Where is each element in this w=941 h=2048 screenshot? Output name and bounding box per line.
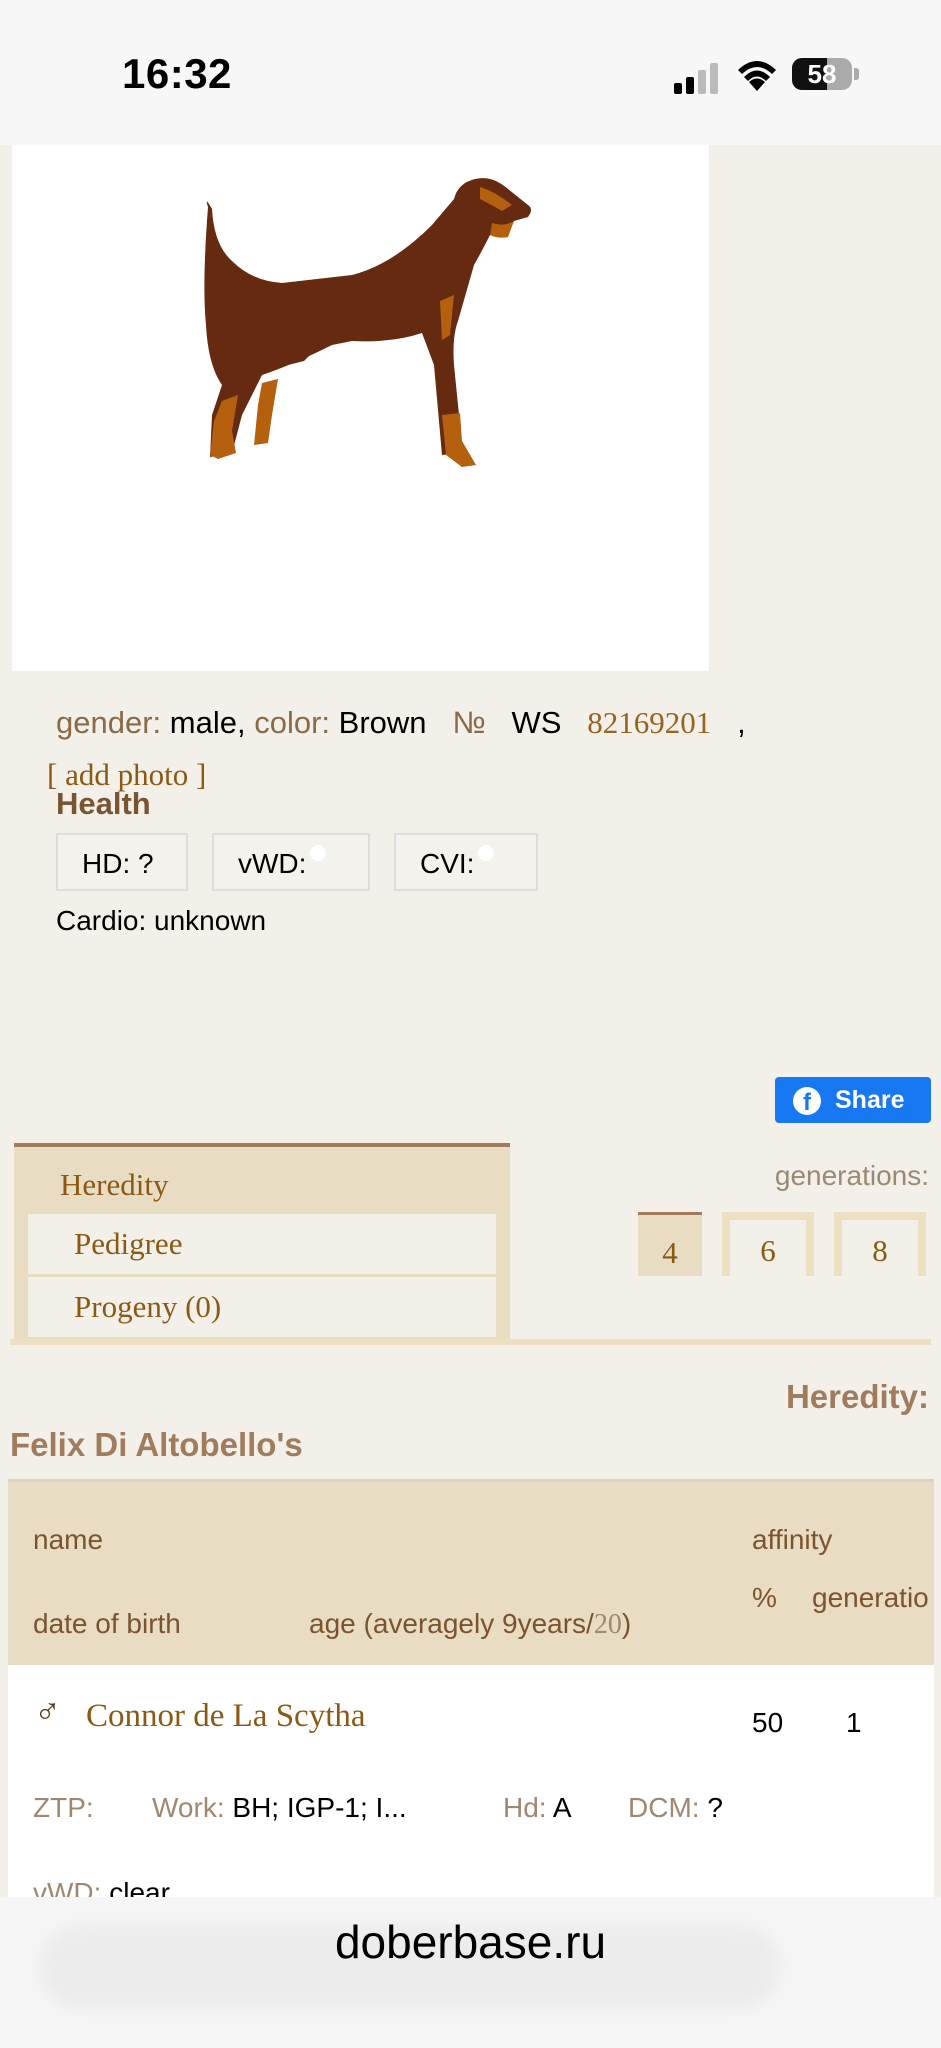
ancestor-name-link[interactable]: Connor de La Scytha bbox=[86, 1698, 366, 1735]
header-age-number: 20 bbox=[593, 1609, 622, 1640]
dcm-label: DCM: bbox=[628, 1792, 700, 1823]
heredity-table-header: name affinity % generation date of birth… bbox=[8, 1479, 934, 1668]
table-row: ♂ Connor de La Scytha 50 1 ZTP: Work: BH… bbox=[8, 1665, 934, 1900]
browser-address-bar[interactable]: doberbase.ru bbox=[0, 1897, 941, 2048]
hd-badge-label: HD: ? bbox=[82, 848, 154, 879]
hd-label: Hd: bbox=[503, 1792, 547, 1823]
tab-heredity[interactable]: Heredity bbox=[60, 1167, 168, 1203]
share-label: Share bbox=[835, 1086, 905, 1114]
vwd-badge[interactable]: vWD: bbox=[212, 833, 370, 891]
battery-level: 58 bbox=[807, 59, 837, 89]
battery-cap bbox=[854, 68, 859, 80]
color-value: Brown bbox=[338, 705, 427, 740]
status-time: 16:32 bbox=[122, 50, 232, 97]
hd-value: A bbox=[552, 1792, 572, 1823]
heredity-heading: Heredity: bbox=[785, 1378, 929, 1415]
ztp-field: ZTP: bbox=[33, 1792, 94, 1824]
dcm-field: DCM: ? bbox=[628, 1792, 723, 1824]
ztp-label: ZTP: bbox=[33, 1792, 94, 1823]
cellular-signal-icon bbox=[674, 62, 720, 94]
tab-progeny-label: Progeny (0) bbox=[74, 1289, 222, 1324]
generations-6-button[interactable]: 6 bbox=[722, 1212, 814, 1276]
affinity-percent: 50 bbox=[752, 1707, 784, 1738]
header-age-text: age (averagely 9years/ bbox=[309, 1608, 594, 1639]
cvi-badge-label: CVI: bbox=[420, 848, 475, 879]
header-age: age (averagely 9years/20) bbox=[309, 1608, 631, 1641]
male-icon: ♂ bbox=[34, 1689, 61, 1730]
facebook-icon: f bbox=[793, 1087, 821, 1116]
dog-silhouette-image bbox=[204, 178, 531, 467]
wifi-icon bbox=[738, 61, 776, 91]
registry-prefix: WS bbox=[511, 705, 562, 740]
work-field: Work: BH; IGP-1; I... bbox=[152, 1792, 407, 1824]
gender-label: gender: bbox=[56, 705, 162, 740]
gender-value: male, bbox=[169, 705, 246, 740]
tab-pedigree-label: Pedigree bbox=[74, 1226, 183, 1261]
generations-label: generations: bbox=[774, 1160, 929, 1191]
dog-photo-panel: [ add photo ] bbox=[12, 145, 709, 792]
dog-name-heading: Felix Di Altobello's bbox=[10, 1426, 303, 1463]
header-generation: generation bbox=[812, 1582, 930, 1613]
cardio-status: Cardio: unknown bbox=[56, 905, 267, 936]
work-label: Work: bbox=[152, 1792, 225, 1823]
tab-divider bbox=[10, 1339, 931, 1345]
generations-8-button[interactable]: 8 bbox=[834, 1212, 926, 1276]
dog-info-line: gender: male, color: Brown № WS 82169201… bbox=[56, 705, 746, 741]
work-value: BH; IGP-1; I... bbox=[232, 1792, 407, 1823]
header-percent: % bbox=[752, 1582, 777, 1613]
hd-field: Hd: A bbox=[503, 1792, 572, 1824]
vwd-status-dot-icon bbox=[310, 845, 327, 861]
number-symbol: № bbox=[452, 705, 486, 740]
hd-badge[interactable]: HD: ? bbox=[56, 833, 188, 891]
header-age-close: ) bbox=[621, 1608, 632, 1639]
health-heading: Health bbox=[56, 786, 151, 821]
generations-4-button[interactable]: 4 bbox=[638, 1212, 702, 1276]
browser-url[interactable]: doberbase.ru bbox=[0, 1915, 941, 1969]
registry-number-link[interactable]: 82169201 bbox=[587, 705, 711, 740]
header-name: name bbox=[33, 1524, 104, 1555]
info-trailing-comma: , bbox=[737, 705, 746, 740]
tab-pedigree[interactable]: Pedigree bbox=[28, 1212, 496, 1274]
facebook-share-button[interactable]: f Share bbox=[775, 1077, 931, 1123]
color-label: color: bbox=[254, 705, 331, 740]
affinity-generation: 1 bbox=[846, 1707, 862, 1738]
cvi-badge[interactable]: CVI: bbox=[394, 833, 538, 891]
cvi-status-dot-icon bbox=[478, 845, 495, 861]
status-bar: 16:32 58 bbox=[0, 0, 941, 145]
header-date-of-birth: date of birth bbox=[33, 1608, 181, 1639]
header-affinity: affinity bbox=[752, 1524, 833, 1555]
dcm-value: ? bbox=[707, 1792, 723, 1823]
tab-progeny[interactable]: Progeny (0) bbox=[28, 1275, 496, 1337]
battery-icon: 58 bbox=[792, 58, 852, 90]
vwd-badge-label: vWD: bbox=[238, 848, 307, 879]
